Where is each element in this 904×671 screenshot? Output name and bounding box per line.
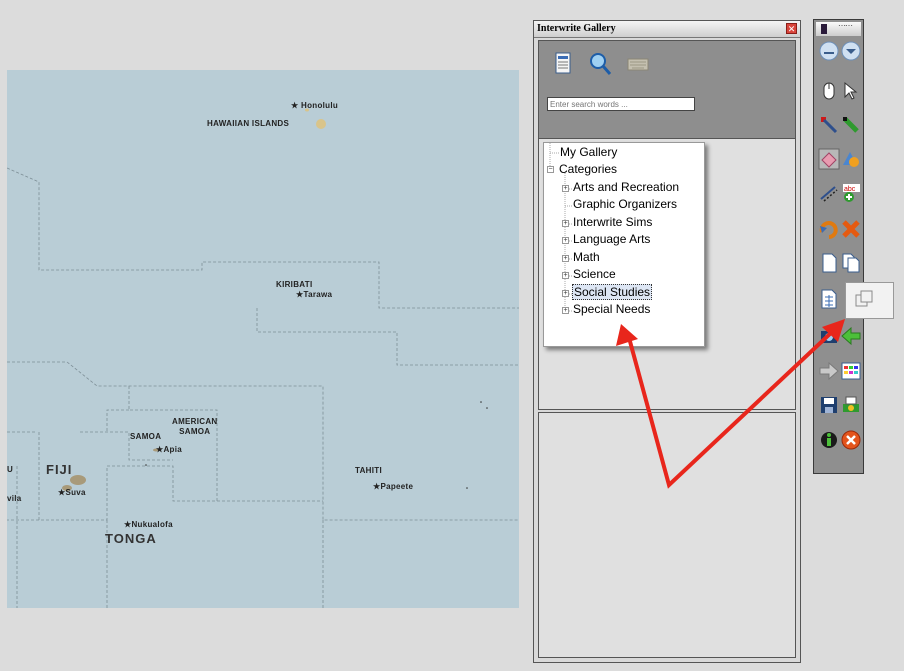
delete-x-icon[interactable]	[840, 218, 862, 240]
gallery-title-bar[interactable]: Interwrite Gallery ✕	[534, 21, 800, 38]
eraser-icon[interactable]	[818, 148, 840, 170]
label-suva: ★Suva	[58, 488, 86, 497]
tree-item-science[interactable]: Science	[573, 267, 616, 281]
search-input[interactable]	[547, 97, 695, 111]
label-vila: vila	[7, 494, 22, 503]
highlighter-icon[interactable]	[840, 114, 862, 136]
label-tarawa: ★Tarawa	[296, 290, 333, 299]
tree-item-graphic-organizers[interactable]: Graphic Organizers	[573, 197, 677, 211]
svg-text:abc: abc	[844, 186, 856, 193]
category-tree-pane: My Gallery − Categories + Arts and Recre…	[538, 138, 796, 410]
new-page-icon[interactable]	[818, 252, 840, 274]
save-icon[interactable]	[818, 394, 840, 416]
label-samoa: SAMOA	[130, 432, 162, 441]
search-icon[interactable]	[587, 51, 613, 77]
interwrite-toolbar: ⋯⋯ abc	[813, 19, 864, 474]
tree-item-social-studies[interactable]: Social Studies	[572, 284, 653, 300]
toolbar-grip-dots: ⋯⋯	[838, 21, 853, 30]
label-papeete: ★Papeete	[373, 482, 414, 491]
label-u: U	[7, 465, 14, 474]
expand-toggle[interactable]: +	[562, 237, 569, 244]
toolbar-menu-icon[interactable]	[819, 23, 829, 35]
select-arrow-icon[interactable]	[840, 80, 862, 102]
minimize-icon[interactable]	[818, 40, 840, 62]
label-tonga: TONGA	[105, 531, 157, 546]
label-hawaiian-islands: HAWAIIAN ISLANDS	[207, 119, 290, 128]
expand-toggle[interactable]: +	[562, 272, 569, 279]
previous-page-icon[interactable]	[840, 325, 862, 347]
expand-toggle[interactable]: +	[562, 255, 569, 262]
info-icon[interactable]	[818, 429, 840, 451]
gallery-preview-pane	[538, 412, 796, 658]
mouse-icon[interactable]	[818, 80, 840, 102]
gallery-grid-icon[interactable]	[840, 360, 862, 382]
map-image: ★ Honolulu HAWAIIAN ISLANDS KIRIBATI ★Ta…	[7, 70, 519, 608]
label-tahiti: TAHITI	[355, 466, 382, 475]
label-nukualofa: ★Nukualofa	[124, 520, 173, 529]
category-tree: My Gallery − Categories + Arts and Recre…	[543, 142, 705, 347]
expand-toggle[interactable]: +	[562, 290, 569, 297]
tree-item-interwrite-sims[interactable]: Interwrite Sims	[573, 215, 652, 229]
next-page-icon[interactable]	[818, 360, 840, 382]
tree-item-categories[interactable]: Categories	[559, 162, 617, 176]
expand-toggle[interactable]: +	[562, 220, 569, 227]
toolbar-grip[interactable]: ⋯⋯	[816, 21, 861, 36]
tree-item-language-arts[interactable]: Language Arts	[573, 232, 650, 246]
expand-toggle[interactable]: +	[562, 307, 569, 314]
label-american-samoa: AMERICAN SAMOA	[172, 417, 218, 436]
tree-item-math[interactable]: Math	[573, 250, 600, 264]
close-button[interactable]: ✕	[786, 23, 797, 34]
gallery-document-icon[interactable]	[550, 51, 576, 77]
categories-collapse-toggle[interactable]: −	[547, 166, 554, 173]
line-tool-icon[interactable]	[818, 182, 840, 204]
tree-item-arts-and-recreation[interactable]: Arts and Recreation	[573, 180, 679, 194]
map-borders	[7, 108, 519, 608]
text-tool-icon[interactable]: abc	[840, 182, 862, 204]
shapes-icon[interactable]	[840, 148, 862, 170]
label-honolulu: ★ Honolulu	[291, 101, 339, 110]
interwrite-gallery-window: Interwrite Gallery ✕ Enter search words …	[533, 20, 801, 663]
camera-icon[interactable]	[818, 325, 840, 347]
keyboard-icon[interactable]	[625, 51, 651, 77]
copy-page-icon[interactable]	[840, 252, 862, 274]
print-icon[interactable]	[840, 394, 862, 416]
gallery-tooltip-button[interactable]	[845, 282, 894, 319]
pen-icon[interactable]	[818, 114, 840, 136]
gallery-title: Interwrite Gallery	[537, 23, 616, 34]
label-apia: ★Apia	[156, 445, 183, 454]
label-fiji: FIJI	[46, 462, 73, 477]
gallery-toolbar-panel	[538, 40, 796, 153]
tree-item-my-gallery[interactable]: My Gallery	[560, 145, 617, 159]
tree-item-special-needs[interactable]: Special Needs	[573, 302, 650, 316]
label-kiribati: KIRIBATI	[276, 280, 313, 289]
undo-icon[interactable]	[818, 218, 840, 240]
expand-toggle[interactable]: +	[562, 185, 569, 192]
expand-down-icon[interactable]	[840, 40, 862, 62]
gallery-copy-icon	[855, 290, 873, 307]
grid-page-icon[interactable]	[818, 288, 840, 310]
close-toolbar-icon[interactable]	[840, 429, 862, 451]
